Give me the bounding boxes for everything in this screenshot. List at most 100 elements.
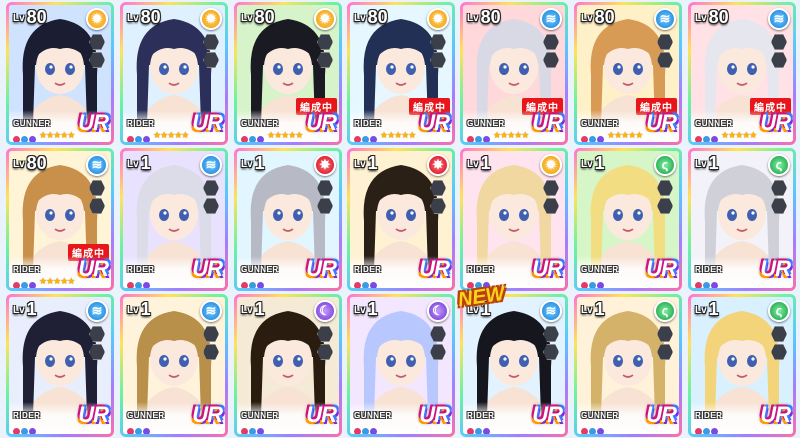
role-label: RIDER bbox=[13, 411, 41, 420]
character-card[interactable]: Lv 1 ☾ GUNNER UR bbox=[234, 294, 342, 437]
role-label: GUNNER bbox=[467, 119, 505, 128]
level-prefix: Lv bbox=[581, 305, 593, 316]
level-label: Lv 1 bbox=[695, 153, 719, 175]
skill-dots-icon bbox=[467, 130, 491, 142]
character-card[interactable]: Lv 80 ≋ 編成中 GUNNER ★★★★★ UR bbox=[460, 2, 568, 145]
character-card[interactable]: Lv 80 ✹ 編成中 GUNNER ★★★★★ UR bbox=[234, 2, 342, 145]
rarity-label: UR bbox=[532, 256, 563, 281]
character-card[interactable]: Lv 1 ς GUNNER UR bbox=[574, 294, 682, 437]
sun-icon: ✹ bbox=[86, 8, 108, 30]
character-card[interactable]: Lv 1 ≋ RIDER UR bbox=[6, 294, 114, 437]
character-card[interactable]: Lv 80 ≋ 編成中 GUNNER ★★★★★ UR bbox=[574, 2, 682, 145]
character-card[interactable]: Lv 80 ✹ GUNNER ★★★★★ UR bbox=[6, 2, 114, 145]
star-rating-icon: ★★★★★ bbox=[267, 130, 303, 140]
skill-dots-icon bbox=[241, 130, 265, 142]
character-card[interactable]: Lv 1 ✸ GUNNER UR bbox=[234, 148, 342, 291]
character-card[interactable]: Lv 80 ≋ 編成中 RIDER ★★★★★ UR bbox=[6, 148, 114, 291]
water-icon: ≋ bbox=[768, 8, 790, 30]
fire-icon: ✸ bbox=[427, 154, 449, 176]
level-value: 80 bbox=[708, 7, 729, 27]
skill-dots-icon bbox=[13, 130, 37, 142]
character-card[interactable]: Lv 80 ≋ 編成中 GUNNER ★★★★★ UR bbox=[688, 2, 796, 145]
role-label: GUNNER bbox=[241, 411, 279, 420]
level-prefix: Lv bbox=[354, 305, 366, 316]
rarity-label: UR bbox=[760, 256, 791, 281]
character-card[interactable]: Lv 1 ≋ RIDER UR bbox=[460, 294, 568, 437]
level-label: Lv 1 bbox=[581, 299, 605, 321]
rarity-label: UR bbox=[532, 110, 563, 135]
role-label: GUNNER bbox=[127, 411, 165, 420]
level-label: Lv 80 bbox=[581, 7, 615, 29]
star-rating-icon: ★★★★★ bbox=[380, 130, 416, 140]
level-prefix: Lv bbox=[127, 13, 139, 24]
skill-dots-icon bbox=[467, 276, 491, 288]
rarity-label: UR bbox=[78, 256, 109, 281]
role-label: RIDER bbox=[13, 265, 41, 274]
star-rating-icon: ★★★★★ bbox=[721, 130, 757, 140]
level-label: Lv 1 bbox=[127, 153, 151, 175]
level-label: Lv 80 bbox=[241, 7, 275, 29]
level-prefix: Lv bbox=[241, 305, 253, 316]
level-label: Lv 1 bbox=[241, 299, 265, 321]
level-prefix: Lv bbox=[467, 159, 479, 170]
level-value: 80 bbox=[367, 7, 388, 27]
character-card[interactable]: Lv 1 ☾ GUNNER UR bbox=[347, 294, 455, 437]
rarity-label: UR bbox=[192, 110, 223, 135]
skill-dots-icon bbox=[695, 422, 719, 434]
level-value: 1 bbox=[708, 299, 719, 319]
skill-dots-icon bbox=[127, 276, 151, 288]
wind-icon: ς bbox=[768, 154, 790, 176]
skill-dots-icon bbox=[354, 276, 378, 288]
character-card[interactable]: Lv 80 ✹ 編成中 RIDER ★★★★★ UR bbox=[347, 2, 455, 145]
character-card[interactable]: Lv 1 ς RIDER UR bbox=[688, 294, 796, 437]
level-label: Lv 80 bbox=[695, 7, 729, 29]
rarity-label: UR bbox=[78, 110, 109, 135]
rarity-label: UR bbox=[419, 256, 450, 281]
level-value: 1 bbox=[594, 299, 605, 319]
sun-icon: ✹ bbox=[540, 154, 562, 176]
character-card[interactable]: Lv 1 ς GUNNER UR bbox=[574, 148, 682, 291]
star-rating-icon: ★★★★★ bbox=[493, 130, 529, 140]
character-card[interactable]: Lv 1 ≋ RIDER UR bbox=[120, 148, 228, 291]
level-value: 80 bbox=[26, 153, 47, 173]
character-card[interactable]: Lv 1 ✸ RIDER UR bbox=[347, 148, 455, 291]
rarity-label: UR bbox=[419, 110, 450, 135]
character-card[interactable]: Lv 80 ✹ RIDER ★★★★★ UR bbox=[120, 2, 228, 145]
level-label: Lv 1 bbox=[581, 153, 605, 175]
star-rating-icon: ★★★★★ bbox=[39, 276, 75, 286]
rarity-label: UR bbox=[192, 402, 223, 427]
level-prefix: Lv bbox=[13, 305, 25, 316]
level-prefix: Lv bbox=[241, 159, 253, 170]
fire-icon: ✸ bbox=[314, 154, 336, 176]
character-card[interactable]: Lv 1 ✹ RIDER UR bbox=[460, 148, 568, 291]
level-value: 1 bbox=[254, 299, 265, 319]
sun-icon: ✹ bbox=[200, 8, 222, 30]
wind-icon: ς bbox=[654, 300, 676, 322]
rarity-label: UR bbox=[760, 402, 791, 427]
skill-dots-icon bbox=[127, 130, 151, 142]
level-label: Lv 1 bbox=[354, 299, 378, 321]
role-label: RIDER bbox=[127, 119, 155, 128]
skill-dots-icon bbox=[127, 422, 151, 434]
level-value: 1 bbox=[254, 153, 265, 173]
level-prefix: Lv bbox=[241, 13, 253, 24]
level-prefix: Lv bbox=[581, 159, 593, 170]
level-value: 80 bbox=[480, 7, 501, 27]
rarity-label: UR bbox=[306, 402, 337, 427]
role-label: RIDER bbox=[467, 411, 495, 420]
level-prefix: Lv bbox=[13, 159, 25, 170]
role-label: GUNNER bbox=[241, 119, 279, 128]
water-icon: ≋ bbox=[86, 154, 108, 176]
skill-dots-icon bbox=[354, 422, 378, 434]
role-label: GUNNER bbox=[581, 411, 619, 420]
level-value: 1 bbox=[594, 153, 605, 173]
character-card[interactable]: Lv 1 ≋ GUNNER UR bbox=[120, 294, 228, 437]
water-icon: ≋ bbox=[86, 300, 108, 322]
level-prefix: Lv bbox=[127, 305, 139, 316]
level-label: Lv 80 bbox=[354, 7, 388, 29]
level-label: Lv 80 bbox=[467, 7, 501, 29]
character-card[interactable]: Lv 1 ς RIDER UR bbox=[688, 148, 796, 291]
level-label: Lv 80 bbox=[13, 7, 47, 29]
level-value: 1 bbox=[708, 153, 719, 173]
role-label: GUNNER bbox=[695, 119, 733, 128]
